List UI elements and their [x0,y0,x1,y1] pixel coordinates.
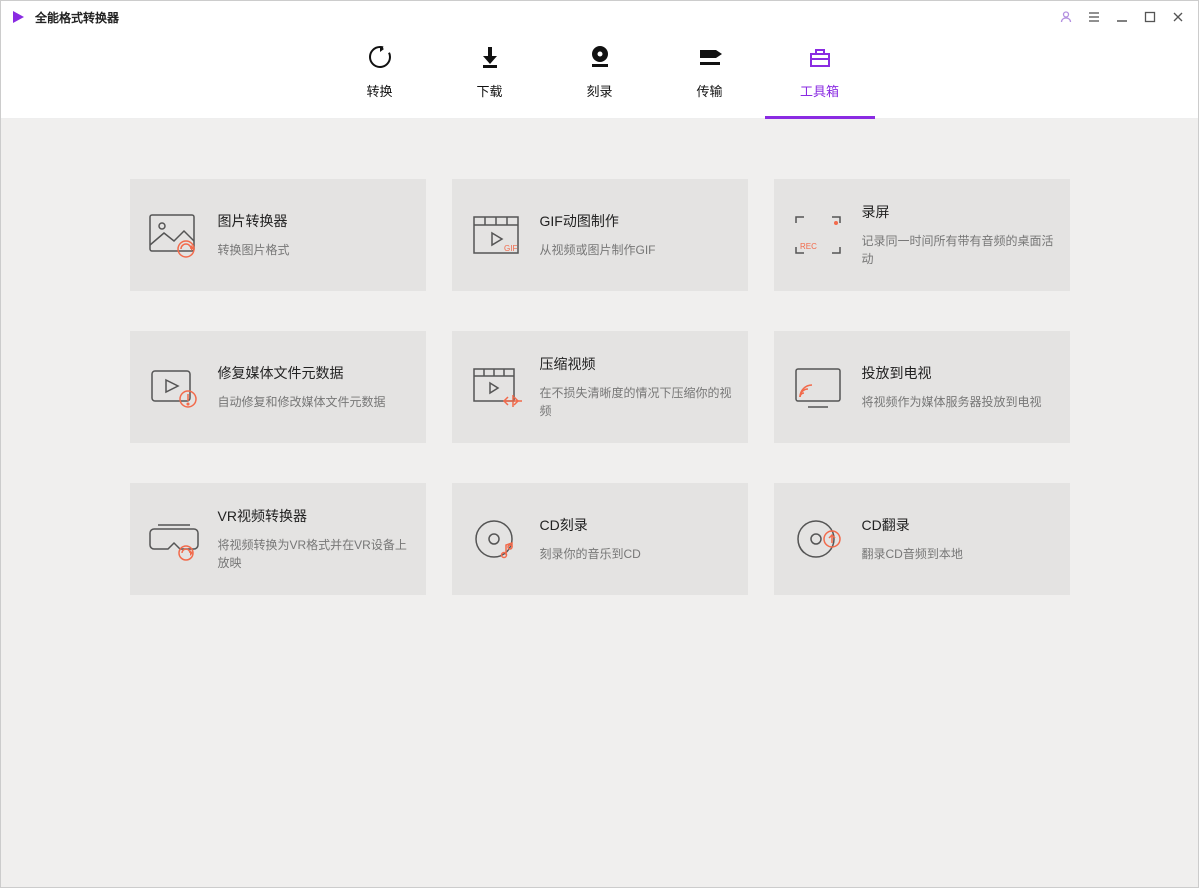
tool-compress-video[interactable]: 压缩视频 在不损失清晰度的情况下压缩你的视频 [452,331,748,443]
tool-desc: 自动修复和修改媒体文件元数据 [218,393,412,411]
disc-icon [585,39,615,75]
tool-vr-converter[interactable]: VR视频转换器 将视频转换为VR格式并在VR设备上放映 [130,483,426,595]
cd-rip-icon [788,509,848,569]
maximize-icon[interactable] [1138,5,1162,29]
nav-transfer[interactable]: 传输 [655,33,765,100]
refresh-icon [365,39,395,75]
cast-icon [788,357,848,417]
tool-desc: 从视频或图片制作GIF [540,241,734,259]
vr-icon [144,509,204,569]
nav-label: 转换 [366,81,392,100]
app-title: 全能格式转换器 [35,9,119,26]
svg-text:REC: REC [800,242,817,251]
tool-desc: 刻录你的音乐到CD [540,545,734,563]
menu-icon[interactable] [1082,5,1106,29]
tool-desc: 将视频转换为VR格式并在VR设备上放映 [218,536,412,572]
top-nav: 转换 下载 刻录 传输 工具箱 [1,33,1198,119]
nav-label: 下载 [476,81,502,100]
titlebar: 全能格式转换器 [1,1,1198,33]
cd-burn-icon [466,509,526,569]
tool-fix-metadata[interactable]: 修复媒体文件元数据 自动修复和修改媒体文件元数据 [130,331,426,443]
tool-desc: 将视频作为媒体服务器投放到电视 [862,393,1056,411]
tool-title: 图片转换器 [218,211,412,231]
metadata-icon [144,357,204,417]
gif-icon: GIF [466,205,526,265]
nav-label: 工具箱 [800,81,839,100]
transfer-icon [695,39,725,75]
tool-grid: 图片转换器 转换图片格式 GIF GIF动图制作 从视频或图片制作GIF REC [130,179,1070,595]
tool-screen-record[interactable]: REC 录屏 记录同一时间所有带有音频的桌面活动 [774,179,1070,291]
tool-desc: 转换图片格式 [218,241,412,259]
download-icon [475,39,505,75]
tool-cast-tv[interactable]: 投放到电视 将视频作为媒体服务器投放到电视 [774,331,1070,443]
tool-title: CD刻录 [540,515,734,535]
app-logo-icon [9,8,27,26]
tool-title: GIF动图制作 [540,211,734,231]
tool-image-converter[interactable]: 图片转换器 转换图片格式 [130,179,426,291]
tool-gif-maker[interactable]: GIF GIF动图制作 从视频或图片制作GIF [452,179,748,291]
tool-title: 录屏 [862,202,1056,222]
user-icon[interactable] [1054,5,1078,29]
nav-label: 传输 [696,81,722,100]
tool-title: 投放到电视 [862,363,1056,383]
tool-title: VR视频转换器 [218,506,412,526]
content-area: 图片转换器 转换图片格式 GIF GIF动图制作 从视频或图片制作GIF REC [1,119,1198,887]
tool-cd-burn[interactable]: CD刻录 刻录你的音乐到CD [452,483,748,595]
svg-text:GIF: GIF [504,244,517,253]
minimize-icon[interactable] [1110,5,1134,29]
record-icon: REC [788,205,848,265]
tool-title: 修复媒体文件元数据 [218,363,412,383]
tool-desc: 在不损失清晰度的情况下压缩你的视频 [540,384,734,420]
tool-desc: 翻录CD音频到本地 [862,545,1056,563]
tool-title: 压缩视频 [540,354,734,374]
nav-toolbox[interactable]: 工具箱 [765,33,875,119]
tool-title: CD翻录 [862,515,1056,535]
nav-convert[interactable]: 转换 [325,33,435,100]
close-icon[interactable] [1166,5,1190,29]
tool-cd-rip[interactable]: CD翻录 翻录CD音频到本地 [774,483,1070,595]
nav-label: 刻录 [586,81,612,100]
nav-burn[interactable]: 刻录 [545,33,655,100]
compress-icon [466,357,526,417]
nav-download[interactable]: 下载 [435,33,545,100]
toolbox-icon [805,39,835,75]
image-icon [144,205,204,265]
tool-desc: 记录同一时间所有带有音频的桌面活动 [862,232,1056,268]
app-window: 全能格式转换器 转换 下载 [0,0,1199,888]
